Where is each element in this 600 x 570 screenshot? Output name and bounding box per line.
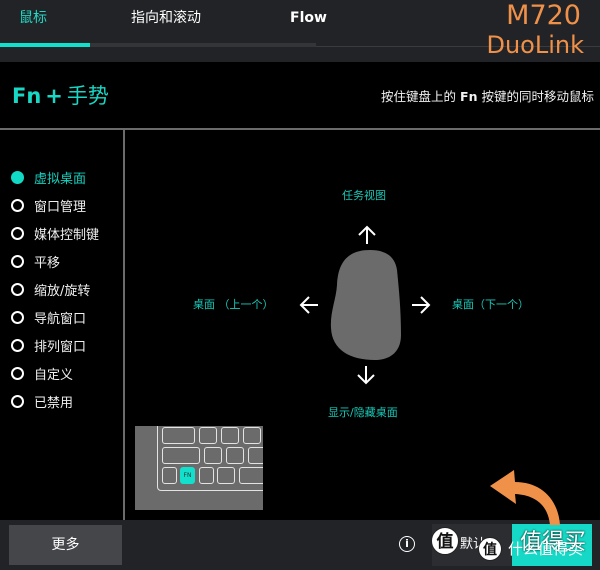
watermark-badge-icon: 值: [431, 527, 459, 555]
option-disabled[interactable]: 已禁用: [0, 387, 123, 415]
gesture-options: 虚拟桌面 窗口管理 媒体控制键 平移 缩放/旋转 导航窗口 排列窗口 自定义 已…: [0, 163, 123, 415]
option-label: 排列窗口: [34, 339, 87, 355]
watermark-text-secondary: 什么值得买: [508, 540, 584, 558]
radio-button[interactable]: [11, 254, 24, 268]
title-text: 手势: [66, 84, 109, 108]
top-navigation-bar: 鼠标 指向和滚动 Flow M720 DuoLink: [0, 0, 600, 62]
key: [221, 427, 239, 444]
watermark-badge-small-icon: 值: [478, 537, 502, 561]
instruction-text: 按住键盘上的 Fn 按键的同时移动鼠标: [381, 86, 594, 105]
gesture-right-label: 桌面（下一个）: [452, 298, 529, 311]
key: [239, 467, 263, 484]
keyboard-illustration: FN: [135, 426, 263, 510]
key: [162, 427, 195, 444]
option-label: 已禁用: [34, 395, 74, 411]
title-fn: Fn: [12, 84, 42, 108]
radio-button[interactable]: [11, 170, 24, 184]
arrow-left-icon: [299, 296, 318, 314]
hint-key: Fn: [460, 89, 478, 104]
option-label: 窗口管理: [34, 199, 87, 215]
option-zoom-rotate[interactable]: 缩放/旋转: [0, 275, 123, 303]
radio-button[interactable]: [11, 338, 24, 352]
info-icon[interactable]: i: [399, 536, 415, 552]
device-model: M720: [506, 0, 581, 31]
key: [199, 427, 217, 444]
key: [217, 467, 235, 484]
radio-button[interactable]: [11, 394, 24, 408]
vertical-divider: [123, 128, 125, 520]
option-media-control[interactable]: 媒体控制键: [0, 219, 123, 247]
fn-key: FN: [180, 467, 195, 484]
key: [243, 427, 261, 444]
option-label: 自定义: [34, 367, 74, 383]
radio-button[interactable]: [11, 366, 24, 380]
option-pan[interactable]: 平移: [0, 247, 123, 275]
option-label: 虚拟桌面: [34, 171, 87, 187]
option-window-management[interactable]: 窗口管理: [0, 191, 123, 219]
active-tab-indicator: [0, 43, 90, 47]
watermark-arrow-icon: [490, 470, 560, 525]
option-label: 导航窗口: [34, 311, 87, 327]
option-label: 平移: [34, 255, 61, 271]
hint-after: 按键的同时移动鼠标: [481, 89, 594, 104]
gesture-left-label: 桌面 （上一个）: [193, 298, 274, 311]
gesture-down-label: 显示/隐藏桌面: [328, 406, 398, 419]
gesture-up-label: 任务视图: [342, 189, 386, 202]
option-label: 缩放/旋转: [34, 283, 91, 299]
page-title: Fn + 手势: [12, 80, 109, 110]
radio-button[interactable]: [11, 310, 24, 324]
key: [162, 447, 200, 464]
key: [248, 447, 263, 464]
radio-button[interactable]: [11, 282, 24, 296]
title-plus: +: [45, 84, 63, 108]
key: [226, 447, 244, 464]
radio-button[interactable]: [11, 198, 24, 212]
option-virtual-desktop[interactable]: 虚拟桌面: [0, 163, 123, 191]
option-navigate-window[interactable]: 导航窗口: [0, 303, 123, 331]
radio-button[interactable]: [11, 226, 24, 240]
key: [162, 467, 177, 484]
hint-before: 按住键盘上的: [381, 89, 457, 104]
option-custom[interactable]: 自定义: [0, 359, 123, 387]
device-subtitle: DuoLink: [486, 31, 584, 59]
option-arrange-window[interactable]: 排列窗口: [0, 331, 123, 359]
horizontal-divider: [0, 128, 600, 130]
mouse-icon: [330, 250, 401, 360]
key: [199, 467, 214, 484]
tab-pointing-scrolling[interactable]: 指向和滚动: [131, 8, 201, 28]
device-brand: M720 DuoLink: [486, 2, 584, 57]
tab-mouse[interactable]: 鼠标: [19, 8, 47, 28]
more-button[interactable]: 更多: [9, 525, 122, 565]
key: [204, 447, 222, 464]
option-label: 媒体控制键: [34, 227, 100, 243]
tab-flow[interactable]: Flow: [290, 8, 327, 28]
